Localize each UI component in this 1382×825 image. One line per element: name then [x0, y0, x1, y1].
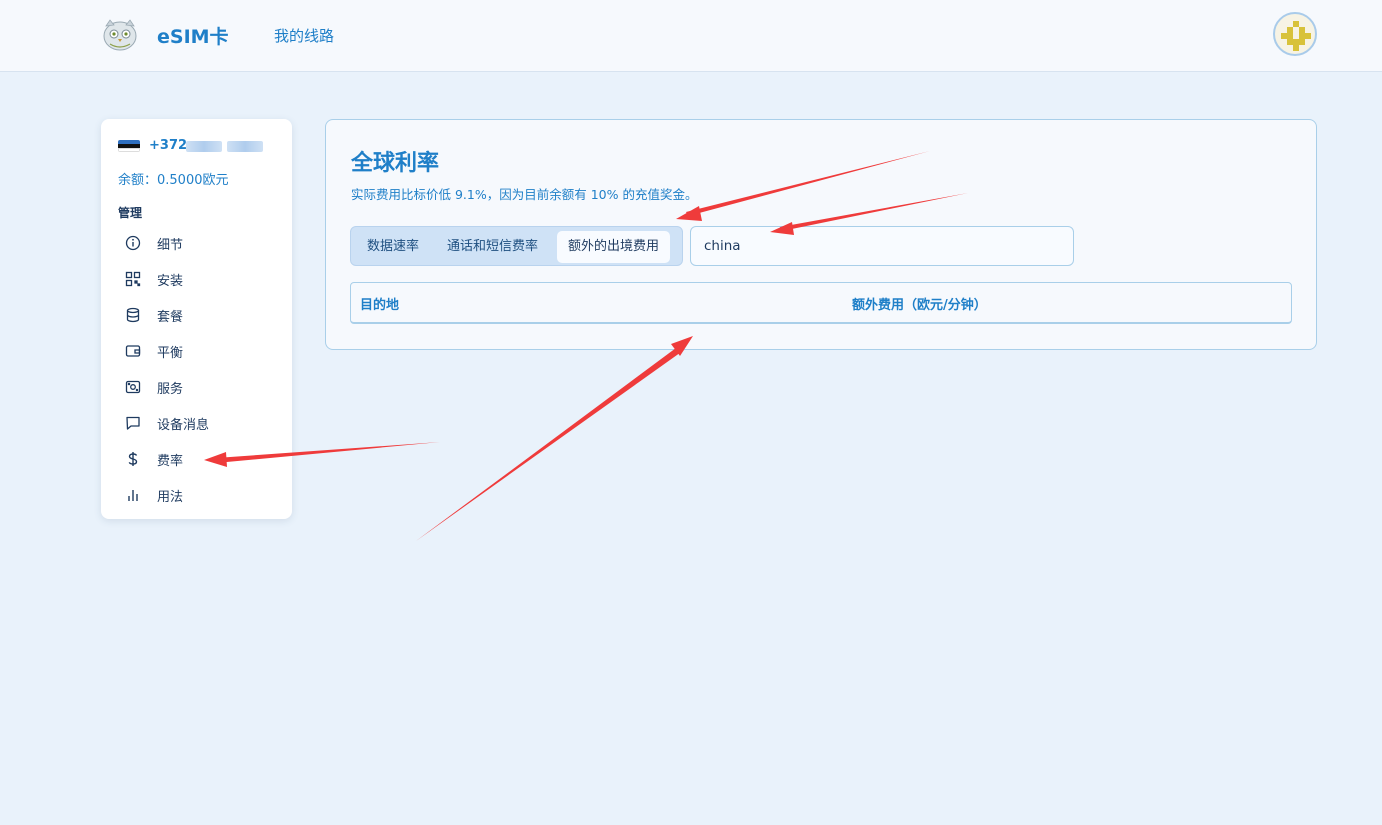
top-navbar: eSIM卡 我的线路 — [0, 0, 1382, 72]
brand-name[interactable]: eSIM卡 — [157, 22, 229, 49]
user-avatar[interactable] — [1273, 12, 1317, 56]
annotation-arrow-to-table — [416, 336, 693, 541]
sidebar-item-install[interactable]: 安装 — [118, 266, 278, 292]
owl-logo-icon[interactable] — [100, 16, 140, 52]
sidebar-item-label: 用法 — [157, 489, 184, 505]
bar-chart-icon — [118, 486, 148, 504]
tab-call-sms-rates[interactable]: 通话和短信费率 — [436, 231, 549, 263]
info-icon — [118, 234, 148, 252]
balance-text: 余额：0.5000欧元 — [118, 173, 229, 188]
section-label-manage: 管理 — [118, 206, 143, 220]
qr-code-icon — [118, 270, 148, 288]
redacted-number-part — [186, 141, 222, 152]
estonia-flag-icon — [118, 140, 140, 152]
sidebar-item-device-messages[interactable]: 设备消息 — [118, 410, 278, 436]
page-title: 全球利率 — [351, 151, 440, 176]
nav-my-lines[interactable]: 我的线路 — [274, 25, 334, 46]
sidebar-item-label: 细节 — [157, 237, 184, 253]
sidebar-item-label: 平衡 — [157, 345, 184, 361]
message-icon — [118, 414, 148, 432]
column-header-destination: 目的地 — [360, 298, 400, 313]
sidebar-item-balance[interactable]: 平衡 — [118, 338, 278, 364]
global-rates-card: 全球利率 实际费用比标价低 9.1%，因为目前余额有 10% 的充值奖金。 数据… — [325, 119, 1317, 350]
sidebar-item-services[interactable]: 服务 — [118, 374, 278, 400]
sidebar-item-label: 费率 — [157, 453, 184, 469]
sidebar-item-label: 套餐 — [157, 309, 184, 325]
router-icon — [118, 378, 148, 396]
sidebar-item-plans[interactable]: 套餐 — [118, 302, 278, 328]
tab-extra-outbound-fees[interactable]: 额外的出境费用 — [557, 231, 671, 263]
phone-number: +372 — [149, 138, 188, 153]
sidebar-item-details[interactable]: 细节 — [118, 230, 278, 256]
column-header-extra-fee: 额外费用（欧元/分钟） — [852, 298, 987, 313]
wallet-icon — [118, 342, 148, 360]
rates-table: 目的地 额外费用（欧元/分钟） — [350, 282, 1292, 324]
sidebar-item-rates[interactable]: 费率 — [118, 446, 278, 472]
sidebar-item-label: 服务 — [157, 381, 184, 397]
sidebar: +372 余额：0.5000欧元 管理 细节 安装 套餐 平衡 服务 设备消息 … — [101, 119, 292, 519]
dollar-icon — [118, 450, 148, 468]
sidebar-item-label: 设备消息 — [157, 417, 210, 433]
destination-search-input[interactable] — [690, 226, 1074, 266]
sidebar-item-label: 安装 — [157, 273, 184, 289]
bonus-note: 实际费用比标价低 9.1%，因为目前余额有 10% 的充值奖金。 — [351, 187, 698, 202]
redacted-number-part — [227, 141, 263, 152]
tab-data-rates[interactable]: 数据速率 — [356, 231, 430, 263]
sim-line-selector[interactable]: +372 — [118, 138, 288, 156]
database-icon — [118, 306, 148, 324]
identicon-icon — [1281, 21, 1311, 51]
rates-tab-group: 数据速率 通话和短信费率 额外的出境费用 — [350, 226, 683, 266]
sidebar-item-usage[interactable]: 用法 — [118, 482, 278, 508]
